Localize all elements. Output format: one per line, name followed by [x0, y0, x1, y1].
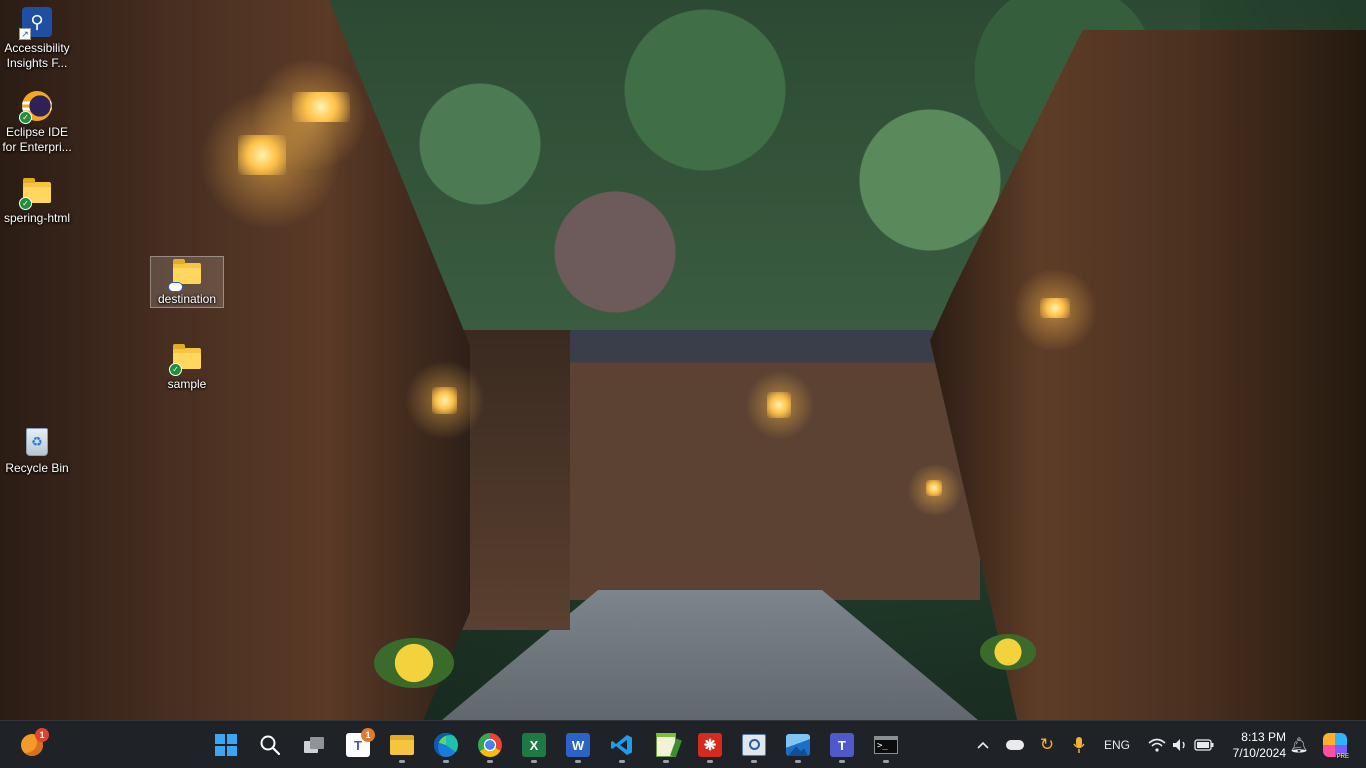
- sync-button[interactable]: ↻: [1034, 721, 1060, 768]
- microphone-icon: [1073, 737, 1085, 753]
- task-view-icon: [304, 737, 324, 753]
- photos-icon: [786, 734, 810, 756]
- cloud-status-icon: [168, 282, 183, 292]
- excel-icon: X: [522, 733, 546, 757]
- cloud-icon: [1006, 740, 1024, 750]
- desktop-icon-label: sample: [167, 377, 207, 391]
- notification-bell-icon: 🔔︎: [1289, 737, 1309, 754]
- desktop-icon-label: destination: [157, 292, 217, 306]
- edge-button[interactable]: [428, 727, 464, 763]
- battery-icon: [1194, 739, 1214, 751]
- folder-icon: [168, 257, 203, 292]
- search-button[interactable]: [252, 727, 288, 763]
- desktop-icon-label: Recycle Bin: [5, 461, 69, 475]
- clock-button[interactable]: 8:13 PM 7/10/2024: [1216, 729, 1286, 761]
- task-view-button[interactable]: [296, 727, 332, 763]
- flower-pot: [980, 634, 1036, 670]
- desktop-icon-eclipse[interactable]: ✓ Eclipse IDE for Enterpri...: [0, 90, 74, 155]
- terminal-button[interactable]: >_: [868, 727, 904, 763]
- quick-settings-button[interactable]: [1142, 721, 1220, 768]
- sync-status-icon: ✓: [169, 363, 182, 376]
- widgets-button[interactable]: 1: [14, 727, 50, 763]
- sync-status-icon: ✓: [19, 197, 32, 210]
- volume-icon: [1173, 739, 1185, 751]
- language-button[interactable]: ENG: [1100, 721, 1134, 768]
- notifications-button[interactable]: 🔔︎: [1288, 721, 1310, 768]
- file-explorer-button[interactable]: [384, 727, 420, 763]
- desktop-icon-label: Accessibility Insights F...: [4, 41, 70, 70]
- clock-date: 7/10/2024: [1232, 746, 1286, 760]
- notepad-icon: [656, 733, 682, 758]
- folder-icon: ✓: [19, 176, 53, 210]
- lantern: [926, 480, 942, 496]
- desktop-icon-label: Eclipse IDE for Enterpri...: [2, 125, 72, 154]
- desktop-icon-recycle-bin[interactable]: ♻ Recycle Bin: [0, 426, 74, 476]
- folder-icon: [390, 735, 414, 755]
- acrobat-icon: ❋: [698, 733, 722, 757]
- network-icon: [742, 734, 766, 756]
- notification-badge: 1: [35, 728, 49, 742]
- terminal-icon: >_: [874, 736, 898, 754]
- clock-time: 8:13 PM: [1241, 730, 1286, 744]
- search-icon: [260, 735, 281, 756]
- word-icon: W: [566, 733, 590, 757]
- start-icon: [215, 734, 237, 756]
- flower-pot: [374, 638, 454, 688]
- microphone-button[interactable]: [1066, 721, 1092, 768]
- teams-chat-button[interactable]: T 1: [340, 727, 376, 763]
- lantern: [1040, 298, 1070, 318]
- start-button[interactable]: [208, 727, 244, 763]
- chrome-icon: [478, 733, 502, 757]
- recycle-bin-icon: ♻: [21, 426, 53, 458]
- acrobat-button[interactable]: ❋: [692, 727, 728, 763]
- show-hidden-icons-button[interactable]: [970, 721, 996, 768]
- sync-status-icon: ✓: [19, 111, 32, 124]
- lantern: [292, 92, 350, 122]
- onedrive-button[interactable]: [1002, 721, 1028, 768]
- lantern: [432, 387, 457, 414]
- network-tool-button[interactable]: [736, 727, 772, 763]
- accessibility-insights-icon: ⚲ ↗: [19, 6, 53, 40]
- notification-badge: 1: [361, 728, 375, 742]
- desktop-icon-destination[interactable]: destination: [150, 256, 224, 308]
- teams-icon: T: [830, 733, 854, 757]
- copilot-icon: PRE: [1323, 733, 1350, 760]
- excel-button[interactable]: X: [516, 727, 552, 763]
- teams-work-button[interactable]: T: [824, 727, 860, 763]
- desktop-icon-spering-html[interactable]: ✓ spering-html: [0, 176, 74, 226]
- lantern: [767, 392, 791, 418]
- vscode-icon: [611, 735, 632, 755]
- desktop-icon-accessibility-insights[interactable]: ⚲ ↗ Accessibility Insights F...: [0, 6, 74, 71]
- copilot-button[interactable]: PRE: [1320, 721, 1350, 768]
- eclipse-icon: ✓: [19, 90, 53, 124]
- vscode-button[interactable]: [604, 727, 640, 763]
- chevron-up-icon: [977, 741, 989, 749]
- edge-icon: [434, 733, 458, 757]
- wifi-icon: [1148, 738, 1166, 752]
- desktop-icon-label: spering-html: [3, 211, 71, 225]
- taskbar: 1 T 1 X W ❋ T >_ ↻ ENG 8:13 PM 7/10/2024…: [0, 720, 1366, 768]
- sync-icon: ↻: [1039, 735, 1055, 754]
- notepad-plus-button[interactable]: [648, 727, 684, 763]
- photos-button[interactable]: [780, 727, 816, 763]
- folder-icon: ✓: [169, 342, 203, 376]
- word-button[interactable]: W: [560, 727, 596, 763]
- desktop-icon-sample[interactable]: ✓ sample: [150, 342, 224, 392]
- chrome-button[interactable]: [472, 727, 508, 763]
- language-label: ENG: [1103, 738, 1130, 752]
